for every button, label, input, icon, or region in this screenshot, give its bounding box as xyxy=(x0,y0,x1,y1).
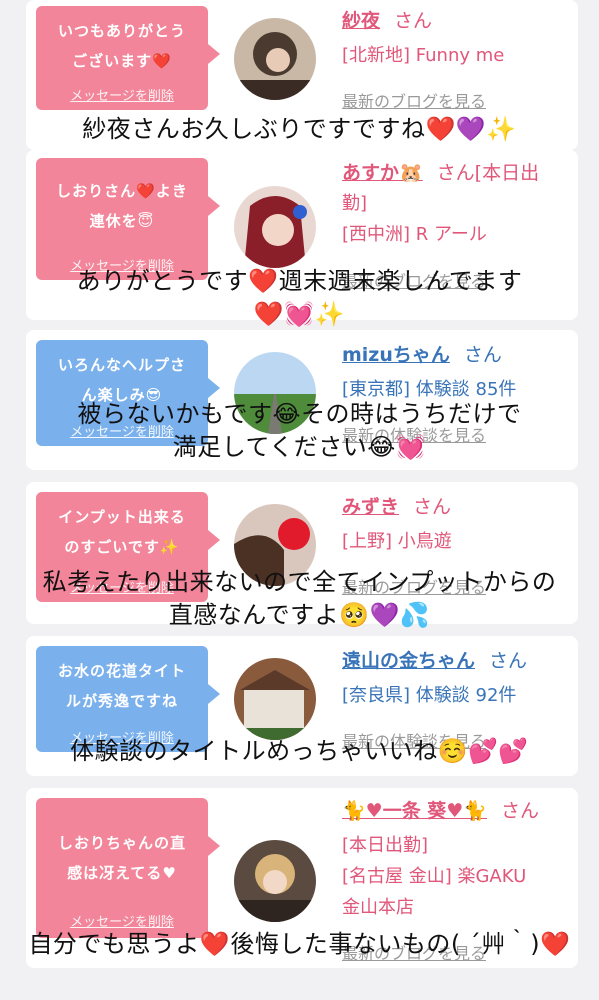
delete-message-link[interactable]: メッセージを削除 xyxy=(36,85,208,104)
message-bubble: しおりちゃんの直 感は冴えてる♥ メッセージを削除 xyxy=(36,798,220,938)
user-meta: [名古屋 金山] 楽GAKU xyxy=(342,866,527,887)
message-text: インプット出来る のすごいです✨ xyxy=(58,508,186,556)
honorific: さん xyxy=(413,496,452,518)
user-meta: [奈良県] 体験談 92件 xyxy=(342,685,517,706)
caption-text: 自分でも思うよ❤️後悔した事ないもの( ´艸｀)❤️ xyxy=(28,930,571,958)
message-bubble: いつもありがとう ございます❤️ メッセージを削除 xyxy=(36,6,220,110)
caption-text: 紗夜さんお久しぶりですですね❤️💜✨ xyxy=(82,115,517,143)
user-meta: [北新地] Funny me xyxy=(342,45,505,66)
caption-text: 私考えたり出来ないので全てインプットからの 直感なんですよ🥺💜💦 xyxy=(42,568,557,629)
avatar[interactable] xyxy=(234,18,316,100)
user-meta: 金山本店 xyxy=(342,897,414,918)
user-name-link[interactable]: mizuちゃん xyxy=(342,344,450,366)
message-text: しおりちゃんの直 感は冴えてる♥ xyxy=(57,834,186,882)
honorific: さん xyxy=(501,800,540,822)
honorific: さん[本日出 xyxy=(436,162,540,184)
avatar[interactable] xyxy=(234,658,316,740)
user-name-link[interactable]: 紗夜 xyxy=(342,10,380,32)
user-name-link[interactable]: 遠山の金ちゃん xyxy=(342,650,475,672)
user-name-link[interactable]: あすか🐹 xyxy=(342,162,423,184)
message-text: しおりさん❤️よき 連休を😇 xyxy=(56,182,188,230)
caption-text: 被らないかもです😂その時はうちだけで 満足してください😂💓 xyxy=(77,400,522,461)
caption-text: 体験談のタイトルめっちゃいいね☺️💕💕 xyxy=(70,737,529,765)
user-name-link[interactable]: みずき xyxy=(342,496,399,518)
user-meta: [本日出勤] xyxy=(342,835,429,856)
message-text: お水の花道タイト ルが秀逸ですね xyxy=(57,662,186,710)
honorific: さん xyxy=(463,344,502,366)
caption-text: ありがとうです❤️週末週末楽しんでます ❤️💓✨ xyxy=(76,267,523,328)
honorific: さん xyxy=(489,650,528,672)
honorific: さん xyxy=(394,10,433,32)
latest-blog-link[interactable]: 最新のブログを見る xyxy=(342,88,486,112)
user-meta: 勤] xyxy=(342,193,368,214)
avatar[interactable] xyxy=(234,186,316,268)
user-meta: [上野] 小鳥遊 xyxy=(342,531,452,552)
user-name-link[interactable]: 🐈♥一条 葵♥🐈 xyxy=(342,800,487,822)
avatar[interactable] xyxy=(234,840,316,922)
message-bubble: しおりさん❤️よき 連休を😇 メッセージを削除 xyxy=(36,158,220,280)
message-text: いつもありがとう ございます❤️ xyxy=(57,22,186,70)
user-meta: [西中洲] R アール xyxy=(342,224,487,245)
